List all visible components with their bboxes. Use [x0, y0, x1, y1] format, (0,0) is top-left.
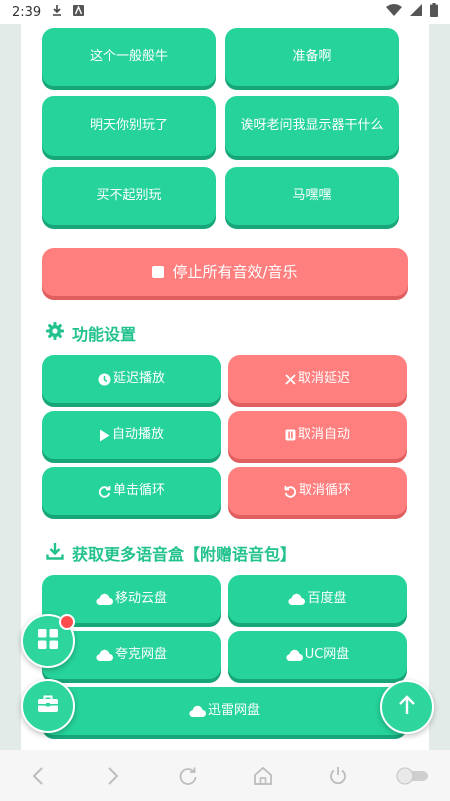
cancel-delay-label: 取消延迟 — [297, 371, 350, 386]
cloud-icon — [286, 649, 303, 661]
sound-label: 准备啊 — [292, 49, 332, 64]
cancel-delay-button[interactable]: 取消延迟 — [228, 355, 407, 403]
loop-label: 单击循环 — [112, 483, 165, 498]
clock: 2:39 — [12, 4, 42, 20]
cancel-auto-label: 取消自动 — [297, 427, 350, 442]
cancel-loop-button[interactable]: 取消循环 — [228, 467, 407, 515]
apps-grid-button[interactable] — [21, 614, 75, 668]
notification-dot — [59, 614, 75, 630]
sound-button[interactable]: 准备啊 — [225, 28, 399, 86]
toolbox-button[interactable] — [21, 679, 75, 733]
arrow-up-icon — [398, 695, 416, 719]
xunlei-pan-button[interactable]: 迅雷网盘 — [42, 687, 407, 735]
clock-icon — [98, 373, 111, 386]
toggle-switch[interactable] — [393, 756, 433, 796]
sound-label: 诶呀老问我显示器干什么 — [240, 118, 384, 133]
sound-button[interactable]: 这个一般般牛 — [42, 28, 216, 86]
sound-label: 这个一般般牛 — [89, 49, 168, 64]
cancel-loop-label: 取消循环 — [298, 483, 351, 498]
cloud-icon — [96, 593, 113, 605]
settings-title-text: 功能设置 — [72, 325, 137, 344]
cloud-icon — [96, 649, 113, 661]
undo-icon — [284, 485, 297, 498]
stop-icon — [152, 266, 165, 278]
home-icon[interactable] — [243, 756, 283, 796]
sound-button[interactable]: 买不起别玩 — [42, 167, 216, 225]
gear-icon — [46, 322, 64, 344]
download-title-text: 获取更多语音盒【附赠语音包】 — [72, 545, 297, 564]
mobile-cloud-label: 移动云盘 — [114, 591, 167, 606]
content-card: 这个一般般牛 准备啊 明天你别玩了 诶呀老问我显示器干什么 买不起别玩 马嘿嘿 … — [21, 24, 429, 750]
wifi-icon — [386, 4, 402, 20]
loop-button[interactable]: 单击循环 — [42, 467, 221, 515]
battery-icon — [430, 3, 438, 21]
power-icon[interactable] — [318, 756, 358, 796]
browser-nav-bar — [0, 750, 450, 801]
auto-play-label: 自动播放 — [111, 427, 164, 442]
grid-icon — [38, 629, 58, 653]
sound-label: 买不起别玩 — [96, 188, 162, 203]
close-icon — [285, 373, 296, 385]
download-icon — [46, 542, 64, 564]
signal-icon — [410, 4, 422, 20]
back-icon[interactable] — [18, 756, 58, 796]
download-icon — [51, 4, 63, 20]
sound-button[interactable]: 诶呀老问我显示器干什么 — [225, 96, 399, 156]
scroll-top-button[interactable] — [380, 680, 434, 734]
settings-title: 功能设置 — [46, 321, 136, 345]
redo-icon — [98, 485, 111, 498]
refresh-icon[interactable] — [168, 756, 208, 796]
cloud-icon — [189, 705, 206, 717]
delay-play-button[interactable]: 延迟播放 — [42, 355, 221, 403]
quark-pan-label: 夸克网盘 — [114, 647, 167, 662]
stop-all-button[interactable]: 停止所有音效/音乐 — [42, 248, 408, 296]
xunlei-pan-label: 迅雷网盘 — [207, 703, 260, 718]
uc-pan-label: UC网盘 — [304, 647, 350, 662]
play-icon — [99, 429, 110, 442]
cloud-icon — [288, 593, 306, 605]
baidu-pan-label: 百度盘 — [307, 591, 347, 606]
status-bar: 2:39 — [0, 0, 450, 24]
uc-pan-button[interactable]: UC网盘 — [228, 631, 407, 679]
download-title: 获取更多语音盒【附赠语音包】 — [46, 541, 296, 565]
pause-icon — [285, 429, 296, 441]
sound-label: 马嘿嘿 — [292, 188, 332, 203]
sound-button[interactable]: 马嘿嘿 — [225, 167, 399, 225]
forward-icon[interactable] — [93, 756, 133, 796]
cancel-auto-button[interactable]: 取消自动 — [228, 411, 407, 459]
delay-play-label: 延迟播放 — [112, 371, 165, 386]
baidu-pan-button[interactable]: 百度盘 — [228, 575, 407, 623]
app-notification-icon — [73, 4, 85, 20]
sound-button[interactable]: 明天你别玩了 — [42, 96, 216, 156]
stop-all-label: 停止所有音效/音乐 — [172, 263, 298, 281]
sound-label: 明天你别玩了 — [89, 118, 168, 133]
auto-play-button[interactable]: 自动播放 — [42, 411, 221, 459]
toolbox-icon — [37, 695, 59, 717]
